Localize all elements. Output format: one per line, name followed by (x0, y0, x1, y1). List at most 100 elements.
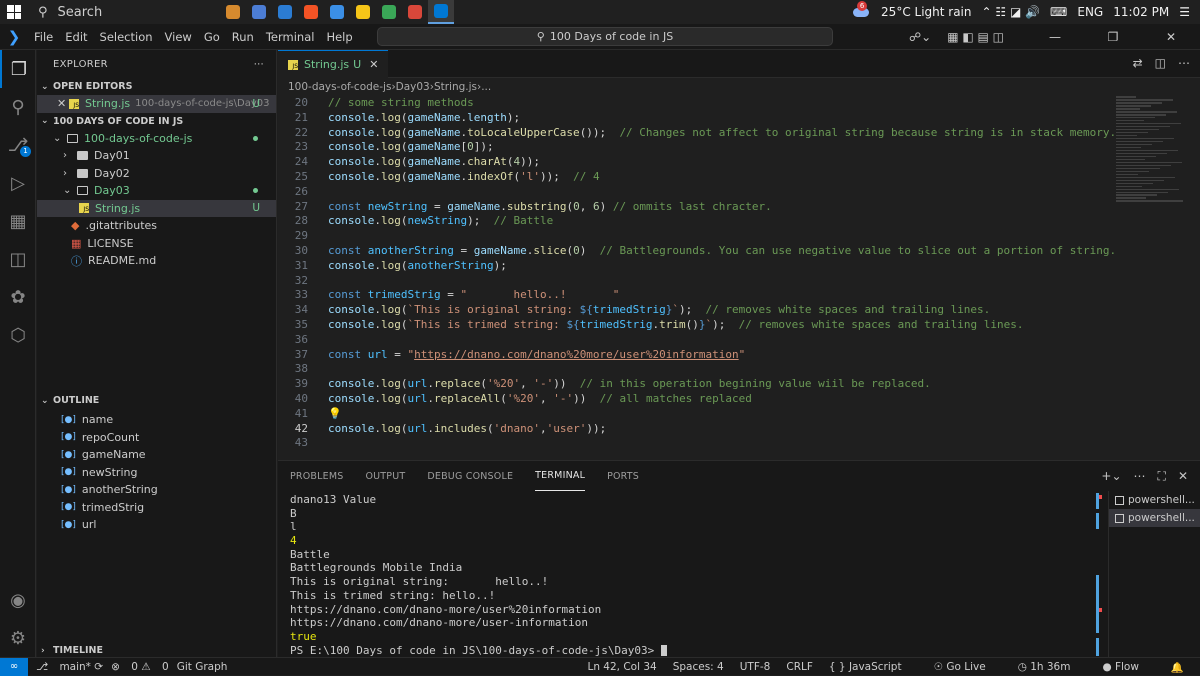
time-tracker[interactable]: ◷ 1h 36m (1018, 661, 1087, 673)
code-line[interactable]: 43 (278, 436, 1108, 451)
minimize-button[interactable]: — (1034, 30, 1076, 44)
code-line[interactable]: 34 console.log(`This is original string: … (278, 303, 1108, 318)
code-line[interactable]: 21 console.log(gameName.length); (278, 111, 1108, 126)
more-icon[interactable]: ⋯ (1178, 56, 1190, 70)
menu-terminal[interactable]: Terminal (260, 30, 321, 44)
code-line[interactable]: 35 console.log(`This is trimed string: ${… (278, 318, 1108, 333)
taskbar-app-7[interactable] (402, 0, 428, 24)
code-line[interactable]: 27 const newString = gameName.substring(0… (278, 200, 1108, 215)
taskbar-app-2[interactable] (272, 0, 298, 24)
copilot-icon[interactable]: ☍⌄ (909, 30, 931, 44)
package-icon[interactable]: ⬡ (0, 316, 36, 354)
extensions-icon[interactable]: ▦ (0, 202, 36, 240)
keyboard-icon[interactable]: ⌨ (1050, 5, 1067, 19)
clock[interactable]: 11:02 PM (1113, 5, 1169, 19)
code-line[interactable]: 42 console.log(url.includes('dnano','user… (278, 422, 1108, 437)
terminal-prompt[interactable]: PS E:\100 Days of code in JS\100-days-of… (290, 644, 1095, 658)
tree-item-day01[interactable]: › Day01 (37, 147, 276, 165)
code-line[interactable]: 40 console.log(url.replaceAll('%20', '-')… (278, 392, 1108, 407)
branch-indicator[interactable]: ⎇ main* ⟳ (36, 661, 103, 673)
tree-item-day03[interactable]: ⌄ Day03 (37, 182, 276, 200)
notification-icon[interactable]: ☰ (1179, 5, 1190, 19)
code-line[interactable]: 23 console.log(gameName[0]); (278, 140, 1108, 155)
tree-item-readme[interactable]: ⓘ README.md (37, 252, 276, 270)
code-line[interactable]: 33 const trimedStrig = " hello..! " (278, 288, 1108, 303)
explorer-icon[interactable]: ❐ (0, 50, 36, 88)
menu-run[interactable]: Run (226, 30, 260, 44)
code-line[interactable]: 22 console.log(gameName.toLocaleUpperCase… (278, 126, 1116, 141)
menu-view[interactable]: View (159, 30, 198, 44)
menu-file[interactable]: File (28, 30, 59, 44)
flow-button[interactable]: ● Flow (1102, 661, 1154, 673)
code-line[interactable]: 37 const url = "https://dnano.com/dnano%2… (278, 348, 1108, 363)
code-line[interactable]: 36 (278, 333, 1108, 348)
outline-item[interactable]: [●] repoCount (37, 429, 277, 447)
maximize-panel-icon[interactable]: ⛶ (1158, 469, 1166, 484)
code-line[interactable]: 39 console.log(url.replace('%20', '-')) /… (278, 377, 1108, 392)
taskbar-app-0[interactable] (220, 0, 246, 24)
code-line[interactable]: 24 console.log(gameName.charAt(4)); (278, 155, 1108, 170)
tree-item-root[interactable]: ⌄ 100-days-of-code-js (37, 130, 276, 148)
code-line[interactable]: 31 console.log(anotherString); (278, 259, 1108, 274)
menu-selection[interactable]: Selection (94, 30, 159, 44)
close-icon[interactable]: ✕ (57, 97, 69, 110)
taskbar-app-1[interactable] (246, 0, 272, 24)
code-editor[interactable]: 20 // some string methods 21 console.log(ga… (278, 96, 1116, 451)
panel-tab-ports[interactable]: PORTS (607, 461, 639, 491)
outline-item[interactable]: [●] anotherString (37, 481, 277, 499)
gear-icon[interactable]: ⚙ (0, 619, 36, 657)
menu-edit[interactable]: Edit (59, 30, 93, 44)
language-mode[interactable]: { } JavaScript (829, 661, 918, 673)
terminal-instance[interactable]: powershell... (1109, 509, 1200, 527)
code-line[interactable]: 28 console.log(newString); // Battle (278, 214, 1108, 229)
more-icon[interactable]: ⋯ (254, 59, 264, 70)
menu-go[interactable]: Go (198, 30, 226, 44)
new-terminal-icon[interactable]: +⌄ (1101, 469, 1121, 484)
project-header[interactable]: ⌄ 100 DAYS OF CODE IN JS (37, 113, 276, 130)
code-line[interactable]: 32 (278, 274, 1108, 289)
outline-item[interactable]: [●] gameName (37, 446, 277, 464)
taskbar-app-3[interactable] (298, 0, 324, 24)
start-button[interactable] (0, 0, 28, 24)
run-debug-icon[interactable]: ▷ (0, 164, 36, 202)
tray-icons[interactable]: ⌃ ☷ ◪ 🔊 (982, 5, 1041, 19)
weather-icon[interactable]: 6 (853, 1, 871, 19)
problems-indicator[interactable]: ⊗ 0 ⚠ 0 (111, 661, 169, 673)
command-center[interactable]: ⚲ 100 Days of code in JS (377, 27, 833, 46)
close-icon[interactable]: ✕ (1178, 469, 1188, 484)
cursor-position[interactable]: Ln 42, Col 34 (587, 661, 656, 673)
restore-button[interactable]: ❐ (1092, 30, 1134, 44)
breadcrumb-item[interactable]: 100-days-of-code-js (288, 81, 391, 93)
layout-icon[interactable]: ▦ ◧ ▤ ◫ (947, 30, 1004, 44)
weather-text[interactable]: 25°C Light rain (881, 5, 971, 19)
code-line[interactable]: 26 (278, 185, 1108, 200)
close-button[interactable]: ✕ (1150, 30, 1192, 44)
account-icon[interactable]: ◉ (0, 581, 36, 619)
breadcrumb-item[interactable]: ... (481, 81, 491, 93)
panel-tab-output[interactable]: OUTPUT (365, 461, 405, 491)
taskbar-app-4[interactable] (324, 0, 350, 24)
tab-string-js[interactable]: JS String.js U ✕ (278, 50, 389, 78)
code-line[interactable]: 20 // some string methods (278, 96, 1108, 111)
source-control-icon[interactable]: ⎇ 1 (0, 126, 36, 164)
paw-icon[interactable]: ✿ (0, 278, 36, 316)
tree-item-day02[interactable]: › Day02 (37, 165, 276, 183)
terminal-output[interactable]: dnano13 Value Bl 4 Battle Battlegrounds Mobi… (290, 493, 1095, 657)
git-graph-button[interactable]: Git Graph (177, 661, 228, 673)
tree-item-license[interactable]: ▦ LICENSE (37, 235, 276, 253)
outline-item[interactable]: [●] trimedStrig (37, 499, 277, 517)
line-ending[interactable]: CRLF (786, 661, 813, 673)
panel-tab-terminal[interactable]: TERMINAL (535, 461, 586, 491)
open-editors-header[interactable]: ⌄ OPEN EDITORS (37, 78, 276, 95)
tree-item-string-js[interactable]: JS String.js U (37, 199, 276, 217)
breadcrumb-item[interactable]: Day03 (396, 81, 430, 93)
go-live-button[interactable]: ☉ Go Live (934, 661, 1002, 673)
open-editor-item[interactable]: ✕ JS String.js 100-days-of-code-js\Day03… (37, 95, 276, 113)
outline-header[interactable]: ⌄ OUTLINE (37, 392, 277, 409)
taskbar-app-8[interactable] (428, 0, 454, 24)
bell-icon[interactable]: 🔔 (1171, 661, 1184, 674)
language-indicator[interactable]: ENG (1077, 5, 1103, 19)
taskbar-search[interactable]: ⚲ Search (30, 1, 220, 23)
outline-item[interactable]: [●] url (37, 516, 277, 534)
remote-explorer-icon[interactable]: ◫ (0, 240, 36, 278)
